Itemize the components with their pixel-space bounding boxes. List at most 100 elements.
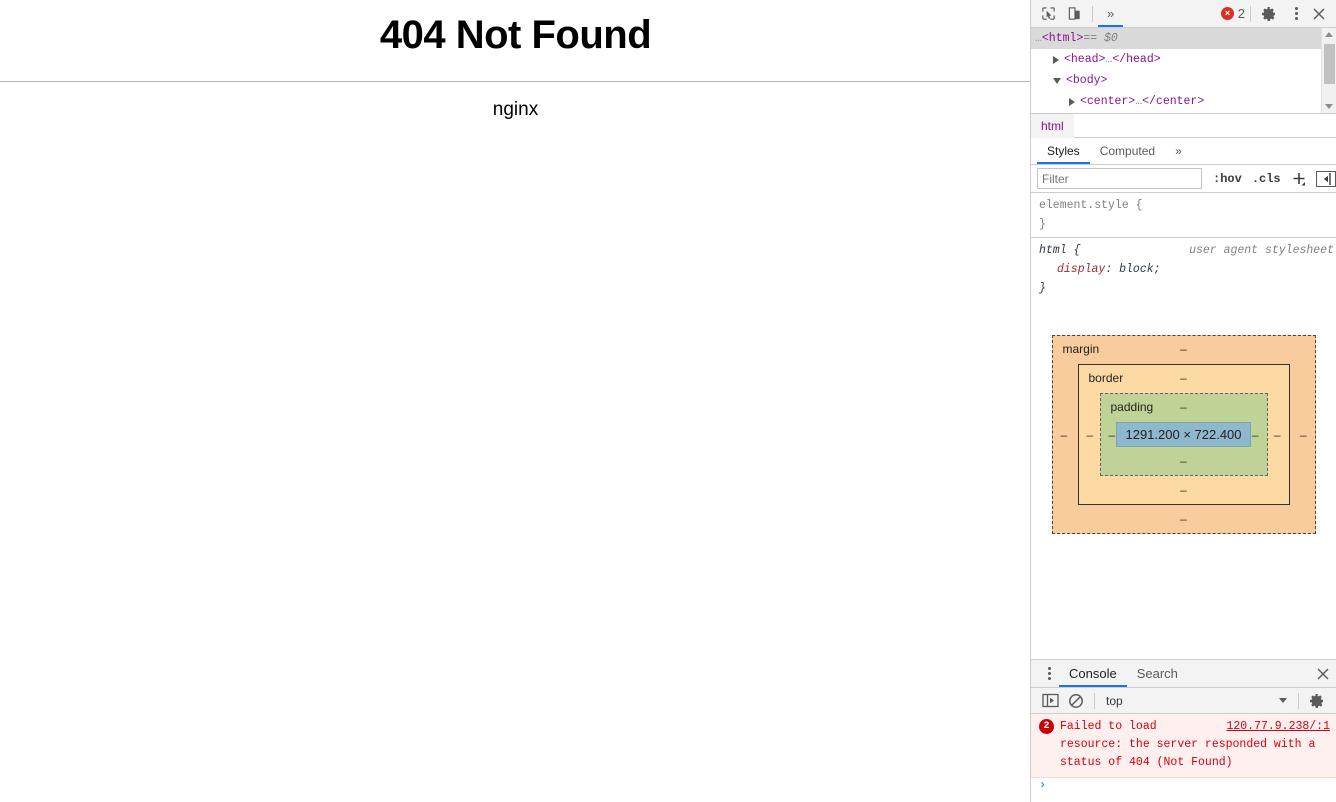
error-counter[interactable]: × 2 xyxy=(1220,6,1245,21)
border-right-value[interactable]: – xyxy=(1268,428,1287,442)
margin-bottom-value[interactable]: – xyxy=(1053,505,1315,533)
inspect-element-icon[interactable] xyxy=(1035,2,1061,26)
border-bottom-value[interactable]: – xyxy=(1079,476,1289,504)
console-context-selector[interactable]: top xyxy=(1100,694,1293,708)
border-left-value[interactable]: – xyxy=(1081,428,1100,442)
rule-close-html: } xyxy=(1039,282,1046,295)
tab-search[interactable]: Search xyxy=(1127,660,1188,687)
search-input[interactable] xyxy=(1037,168,1202,189)
nginx-error-page: 404 Not Found xyxy=(0,13,1031,58)
console-context-label: top xyxy=(1106,693,1123,708)
box-model-margin[interactable]: margin – – – border – – – padding – – – xyxy=(1051,335,1316,534)
box-model-padding[interactable]: padding – – – 1291.200 × 722.400 – xyxy=(1099,393,1268,476)
styles-tabs-overflow[interactable]: » xyxy=(1165,138,1192,164)
box-model-diagram: margin – – – border – – – padding – – – xyxy=(1051,335,1316,659)
dom-node-center[interactable]: <center>… </center> xyxy=(1031,91,1336,112)
margin-top-value[interactable]: – xyxy=(1053,342,1315,356)
declaration-display[interactable]: display: block; xyxy=(1039,260,1336,279)
nginx-footer: nginx xyxy=(0,99,1031,121)
clear-console-icon[interactable] xyxy=(1063,689,1089,713)
rule-html-ua[interactable]: user agent stylesheet html { display: bl… xyxy=(1031,237,1336,301)
declaration-value-display[interactable]: block; xyxy=(1119,263,1160,276)
dom-node-body[interactable]: <body> xyxy=(1031,70,1336,91)
device-toolbar-glyph xyxy=(1068,7,1080,20)
devtools-main-toolbar: » × 2 xyxy=(1031,0,1336,28)
padding-left-value[interactable]: – xyxy=(1103,428,1122,442)
console-error-source-link[interactable]: 120.77.9.238/:1 xyxy=(1226,718,1330,736)
padding-right-value[interactable]: – xyxy=(1246,428,1265,442)
console-toolbar-divider xyxy=(1094,692,1095,709)
tab-overflow-more[interactable]: » xyxy=(1098,0,1124,27)
padding-bottom-value[interactable]: – xyxy=(1101,447,1267,475)
border-top-value[interactable]: – xyxy=(1079,371,1289,385)
toggle-class-button[interactable]: .cls xyxy=(1247,172,1286,186)
console-error-message[interactable]: 2 120.77.9.238/:1 Failed to load resourc… xyxy=(1031,714,1336,778)
padding-top-value[interactable]: – xyxy=(1101,400,1267,414)
page-divider xyxy=(0,81,1031,82)
inspect-element-glyph xyxy=(1041,7,1055,20)
rule-selector-element-style[interactable]: element.style { xyxy=(1039,196,1336,215)
margin-right-value[interactable]: – xyxy=(1294,428,1313,442)
rule-source-html[interactable]: user agent stylesheet xyxy=(1189,241,1336,260)
error-badge-glyph: × xyxy=(1224,7,1230,18)
drawer-kebab-dot-2 xyxy=(1047,672,1051,675)
dom-node-center-tag: <center> xyxy=(1080,95,1136,108)
margin-left-value[interactable]: – xyxy=(1055,428,1074,442)
dom-node-center-close: </center> xyxy=(1142,95,1205,108)
toggle-sidebar-icon[interactable] xyxy=(1315,170,1336,187)
drawer-kebab-dot-3 xyxy=(1047,677,1051,680)
console-sidebar-icon[interactable] xyxy=(1037,689,1063,713)
console-error-text-wrap: 120.77.9.238/:1 Failed to load resource:… xyxy=(1060,718,1330,772)
console-message-list[interactable]: 2 120.77.9.238/:1 Failed to load resourc… xyxy=(1031,714,1336,802)
scroll-up-arrow-icon[interactable] xyxy=(1322,28,1336,41)
console-toolbar-divider-2 xyxy=(1298,692,1299,709)
box-model-content-size[interactable]: 1291.200 × 722.400 xyxy=(1116,422,1251,447)
server-signature: nginx xyxy=(492,99,539,120)
devtools-panel: » × 2 … <html> == $0 <head> … </head> <b… xyxy=(1030,0,1336,802)
dom-ellipsis-prefix: … xyxy=(1035,32,1042,45)
page-title: 404 Not Found xyxy=(379,13,652,57)
box-model-border[interactable]: border – – – padding – – – 1291.200 × 72… xyxy=(1077,364,1290,505)
kebab-menu-icon[interactable] xyxy=(1286,4,1306,24)
rule-selector-html[interactable]: html { xyxy=(1039,244,1080,257)
console-gear-icon[interactable] xyxy=(1304,689,1330,713)
error-badge-icon: × xyxy=(1220,7,1234,20)
console-drawer: Console Search top 2 120.77.9.238/:1 Fai… xyxy=(1031,659,1336,802)
web-page-viewport: 404 Not Found nginx xyxy=(0,0,1031,802)
rule-element-style[interactable]: element.style { } xyxy=(1031,193,1336,237)
gear-glyph xyxy=(1262,6,1275,21)
console-sidebar-glyph xyxy=(1041,693,1059,708)
dom-node-html-tag: <html> xyxy=(1041,32,1084,45)
breadcrumb-item-html[interactable]: html xyxy=(1031,113,1074,138)
rule-close-element-style: } xyxy=(1039,218,1046,231)
dom-tree-scrollbar[interactable] xyxy=(1321,28,1336,113)
dom-node-html[interactable]: … <html> == $0 xyxy=(1031,28,1336,49)
dom-node-head-ellipsis: … xyxy=(1105,53,1113,66)
dom-node-head[interactable]: <head>… </head> xyxy=(1031,49,1336,70)
gear-icon[interactable] xyxy=(1256,2,1282,26)
console-gear-glyph xyxy=(1310,693,1323,708)
device-toolbar-icon[interactable] xyxy=(1061,2,1087,26)
close-icon[interactable] xyxy=(1306,2,1332,26)
chevron-right-icon-2[interactable] xyxy=(1069,97,1075,106)
declaration-name-display[interactable]: display xyxy=(1057,263,1105,276)
tab-computed[interactable]: Computed xyxy=(1090,138,1165,164)
chevron-down-icon[interactable] xyxy=(1053,77,1061,84)
dom-tree[interactable]: … <html> == $0 <head>… </head> <body> <cen… xyxy=(1031,28,1336,114)
chevron-right-icon[interactable] xyxy=(1053,55,1059,64)
clear-console-glyph xyxy=(1069,693,1083,708)
scroll-up-glyph xyxy=(1325,32,1333,37)
tab-styles[interactable]: Styles xyxy=(1037,138,1090,164)
scroll-down-arrow-icon[interactable] xyxy=(1322,100,1336,113)
console-error-count-badge: 2 xyxy=(1039,719,1054,734)
box-model-pane: margin – – – border – – – padding – – – xyxy=(1031,301,1336,659)
error-count-label: 2 xyxy=(1237,6,1245,21)
declaration-colon: : xyxy=(1105,263,1120,276)
tab-console[interactable]: Console xyxy=(1059,660,1127,687)
drawer-kebab-menu-icon[interactable] xyxy=(1039,664,1059,684)
drawer-close-icon[interactable] xyxy=(1310,662,1336,686)
toggle-hover-state-button[interactable]: :hov xyxy=(1208,172,1247,186)
new-style-rule-button[interactable] xyxy=(1286,169,1312,189)
scrollbar-thumb[interactable] xyxy=(1324,44,1335,84)
console-prompt[interactable]: › xyxy=(1031,778,1336,792)
